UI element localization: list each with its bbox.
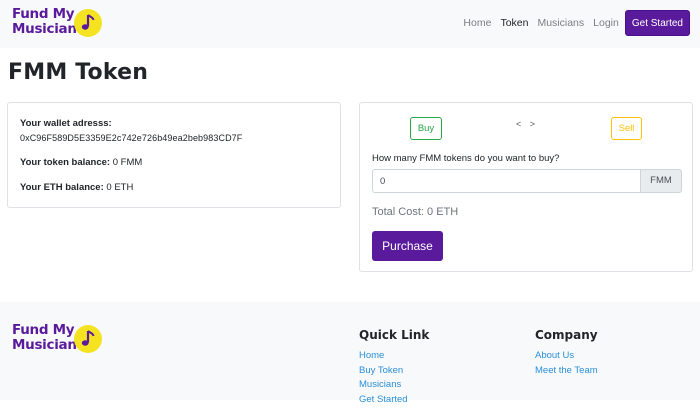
get-started-button[interactable]: Get Started [624,10,690,36]
eth-balance-value: 0 ETH [103,182,134,193]
quick-link-heading: Quick Link [359,328,430,342]
token-unit-suffix: FMM [641,169,682,193]
page-title: FMM Token [8,60,149,85]
sell-button[interactable]: Sell [611,117,642,140]
nav-links: Home Token Musicians Login Get Started [454,10,690,36]
wallet-address-label: Your wallet adresss: [20,118,112,129]
token-amount-input-group: FMM [372,169,682,193]
toggle-arrows[interactable]: < > [516,119,538,129]
footer-brand-logo[interactable]: Fund My Musician [12,323,102,353]
footer-link-musicians[interactable]: Musicians [359,378,429,393]
footer-link-home[interactable]: Home [359,349,429,364]
footer-link-about-us[interactable]: About Us [535,349,598,364]
nav-link-musicians[interactable]: Musicians [537,10,584,36]
footer-company-links: Company About Us Meet the Team [535,328,598,378]
footer-link-meet-the-team[interactable]: Meet the Team [535,364,598,379]
music-note-icon [73,9,102,37]
trade-card: Buy < > Sell How many FMM tokens do you … [359,102,693,272]
token-balance-value: 0 FMM [110,157,143,168]
music-note-icon [73,325,102,353]
total-cost-text: Total Cost: 0 ETH [372,206,459,218]
wallet-address-value: 0xC96F589D5E3359E2c742e726b49ea2beb983CD… [20,133,243,143]
purchase-button[interactable]: Purchase [372,231,443,261]
brand-name-line1: Fund My [12,6,75,22]
token-balance-label: Your token balance: [20,157,111,168]
footer-quick-links: Quick Link Home Buy Token Musicians Get … [359,328,429,408]
eth-balance-label: Your ETH balance: [20,182,104,193]
footer-link-get-started[interactable]: Get Started [359,393,429,408]
brand-name: Fund My Musician [12,7,77,37]
brand-logo-link[interactable]: Fund My Musician [12,7,102,37]
footer-brand-line1: Fund My [12,322,75,338]
footer-brand-name: Fund My Musician [12,323,77,353]
token-amount-question: How many FMM tokens do you want to buy? [372,153,560,164]
navbar: Fund My Musician Home Token Musicians Lo… [0,0,700,48]
company-heading: Company [535,328,598,342]
eth-balance-row: Your ETH balance: 0 ETH [20,182,133,193]
buy-button[interactable]: Buy [410,117,442,140]
token-amount-input[interactable] [372,169,641,193]
footer: Fund My Musician Quick Link Home Buy Tok… [0,302,700,405]
brand-name-line2: Musician [12,21,77,37]
footer-brand-line2: Musician [12,337,77,353]
wallet-info-card: Your wallet adresss: 0xC96F589D5E3359E2c… [7,102,341,208]
token-balance-row: Your token balance: 0 FMM [20,157,142,168]
footer-link-buy-token[interactable]: Buy Token [359,364,429,379]
nav-link-token[interactable]: Token [500,10,528,36]
nav-link-login[interactable]: Login [593,10,619,36]
nav-link-home[interactable]: Home [463,10,491,36]
